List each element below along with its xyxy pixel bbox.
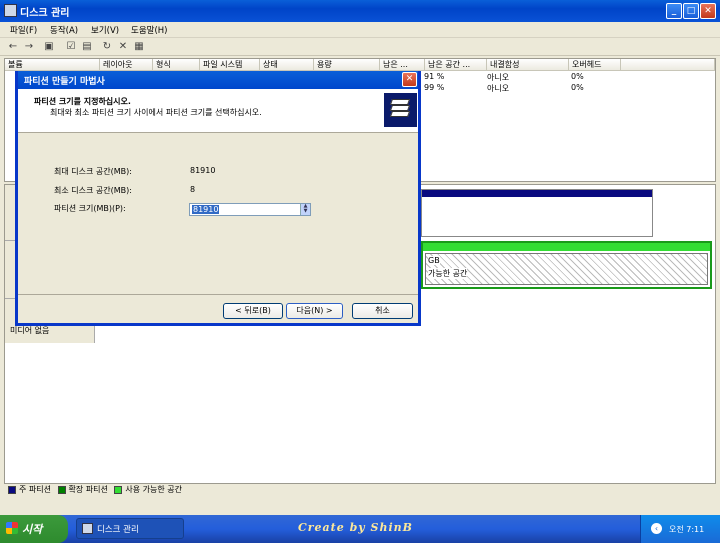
partition-size-label: 파티션 크기(MB)(P): — [54, 204, 126, 213]
capacity-text: GB — [428, 256, 440, 265]
next-button[interactable]: 다음(N) > — [286, 303, 343, 319]
dialog-heading: 파티션 크기를 지정하십시오. — [34, 97, 131, 106]
minimize-button[interactable]: _ — [666, 3, 682, 19]
dialog-close-button[interactable]: ✕ — [402, 72, 417, 87]
toolbar: ← → ▣ ☑ ▤ ↻ ✕ ▦ — [0, 38, 720, 56]
column-header[interactable]: 내결함성 — [487, 59, 569, 71]
main-title-bar: 디스크 관리 _ □ ✕ — [0, 0, 720, 22]
close-button[interactable]: ✕ — [700, 3, 716, 19]
max-size-label: 최대 디스크 공간(MB): — [54, 167, 132, 176]
dialog-header: 파티션 크기를 지정하십시오. 최대와 최소 파티션 크기 사이에서 파티션 크… — [18, 89, 418, 133]
free-space-text: 가능한 공간 — [428, 268, 468, 279]
no-media-text: 미디어 없음 — [10, 326, 50, 335]
legend: 주 파티션 확장 파티션 사용 가능한 공간 — [4, 484, 716, 498]
disk-management-icon — [82, 523, 93, 534]
menu-bar: 파일(F) 동작(A) 보기(V) 도움말(H) — [0, 22, 720, 38]
start-label: 시작 — [22, 523, 43, 536]
taskbar-app-button[interactable]: 디스크 관리 — [76, 518, 184, 539]
wizard-disk-icon — [384, 93, 417, 127]
menu-view[interactable]: 보기(V) — [91, 24, 119, 36]
menu-help[interactable]: 도움말(H) — [131, 24, 167, 36]
taskbar-app-label: 디스크 관리 — [97, 525, 139, 535]
console-icon[interactable]: ▣ — [42, 40, 56, 54]
column-header[interactable]: 상태 — [260, 59, 314, 71]
column-header[interactable]: 남은 ... — [380, 59, 425, 71]
disk-management-icon — [4, 4, 17, 17]
menu-file[interactable]: 파일(F) — [10, 24, 37, 36]
start-button[interactable]: 시작 — [0, 515, 68, 543]
extended-partition-swatch — [57, 485, 66, 494]
legend-label: 확장 파티션 — [68, 485, 108, 494]
free-space-hatch: GB 가능한 공간 — [425, 253, 708, 285]
primary-partition-swatch — [8, 485, 16, 494]
legend-label: 사용 가능한 공간 — [125, 485, 183, 494]
column-header[interactable]: 오버헤드 — [569, 59, 621, 71]
dialog-subheading: 최대와 최소 파티션 크기 사이에서 파티션 크기를 선택하십시오. — [50, 108, 262, 117]
fault-tolerance: 아니오 — [487, 84, 510, 93]
properties-icon[interactable]: ☑ — [64, 40, 78, 54]
overhead: 0% — [571, 72, 584, 81]
min-size-value: 8 — [190, 185, 196, 194]
free-percent: 91 % — [424, 72, 445, 81]
partition-size-input[interactable]: 81910 — [192, 205, 220, 214]
fault-tolerance: 아니오 — [487, 73, 510, 82]
delete-icon[interactable]: ✕ — [116, 40, 130, 54]
view-icon[interactable]: ▤ — [80, 40, 94, 54]
partition-block[interactable] — [421, 189, 653, 237]
column-header[interactable]: 볼륨 — [5, 59, 100, 71]
primary-partition-bar — [422, 190, 652, 197]
maximize-button[interactable]: □ — [683, 3, 699, 19]
refresh-icon[interactable]: ↻ — [100, 40, 114, 54]
tray-arrow-icon[interactable]: ‹ — [651, 523, 662, 534]
dialog-divider — [18, 294, 418, 295]
free-space-bar — [423, 243, 710, 251]
column-header[interactable]: 용량 — [314, 59, 380, 71]
cancel-button[interactable]: 취소 — [352, 303, 413, 319]
windows-logo-icon — [6, 522, 18, 534]
dialog-title: 파티션 만들기 마법사 — [24, 77, 105, 87]
taskbar: 시작 디스크 관리 Create by ShinB ‹ 오전 7:11 — [0, 515, 720, 543]
window-title: 디스크 관리 — [20, 8, 70, 19]
clock[interactable]: 오전 7:11 — [669, 524, 704, 535]
column-header[interactable]: 레이아웃 — [100, 59, 153, 71]
max-size-value: 81910 — [190, 166, 216, 175]
overhead: 0% — [571, 83, 584, 92]
help-icon[interactable]: ▦ — [132, 40, 146, 54]
free-percent: 99 % — [424, 83, 445, 92]
forward-arrow-icon[interactable]: → — [22, 40, 36, 54]
column-header[interactable]: 파일 시스템 — [200, 59, 260, 71]
system-tray: ‹ 오전 7:11 — [640, 515, 720, 543]
min-size-label: 최소 디스크 공간(MB): — [54, 186, 132, 195]
partition-size-spinbox[interactable]: 81910 ▲ ▼ — [189, 203, 311, 216]
spinner-arrows-icon[interactable]: ▲ ▼ — [300, 204, 310, 215]
column-header[interactable]: 형식 — [153, 59, 200, 71]
legend-label: 주 파티션 — [19, 485, 51, 494]
dialog-title-bar: 파티션 만들기 마법사 ✕ — [18, 71, 418, 89]
menu-action[interactable]: 동작(A) — [50, 24, 78, 36]
brand-text: Create by ShinB — [298, 521, 413, 534]
back-button[interactable]: < 뒤로(B) — [223, 303, 283, 319]
back-arrow-icon[interactable]: ← — [6, 40, 20, 54]
partition-wizard-dialog: 파티션 만들기 마법사 ✕ 파티션 크기를 지정하십시오. 최대와 최소 파티션… — [15, 71, 421, 326]
column-header-empty — [621, 59, 715, 71]
free-space-swatch — [114, 485, 123, 494]
free-space-block[interactable]: GB 가능한 공간 — [421, 241, 712, 289]
column-header[interactable]: 남은 공간 ... — [425, 59, 487, 71]
